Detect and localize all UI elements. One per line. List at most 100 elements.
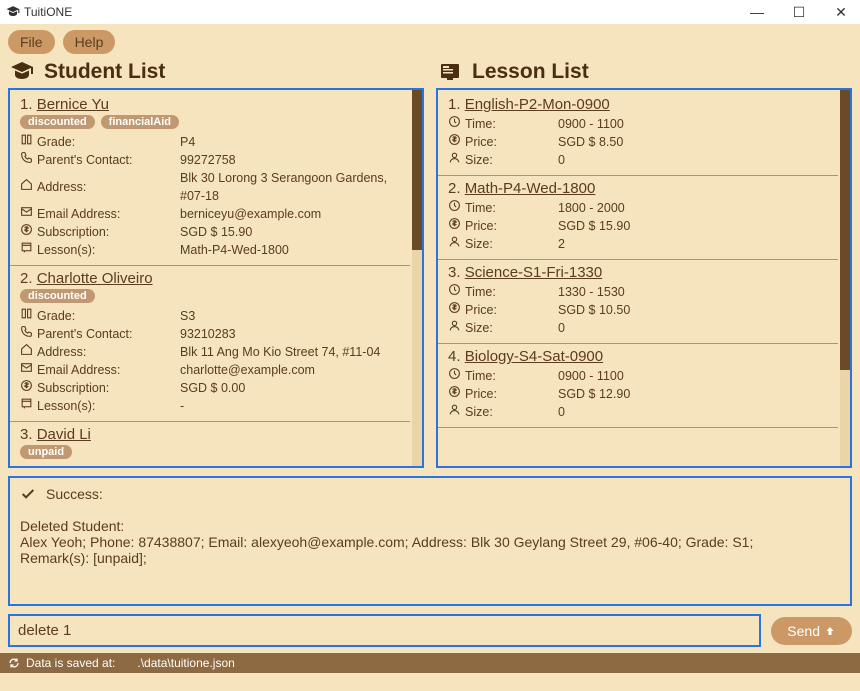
row-label: Lesson(s): bbox=[37, 397, 95, 415]
send-label: Send bbox=[787, 623, 820, 639]
student-list-title: Student List bbox=[44, 60, 165, 84]
result-line2: Alex Yeoh; Phone: 87438807; Email: alexy… bbox=[20, 534, 840, 550]
home-icon bbox=[20, 178, 33, 196]
result-box: Success: Deleted Student: Alex Yeoh; Pho… bbox=[8, 476, 852, 606]
lesson-card[interactable]: 2. Math-P4-Wed-1800Time:1800 - 2000Price… bbox=[438, 176, 838, 260]
dollar-icon bbox=[448, 385, 461, 403]
app-icon bbox=[6, 5, 20, 19]
row-label: Grade: bbox=[37, 307, 75, 325]
row-value: berniceyu@example.com bbox=[180, 205, 400, 223]
lesson-listbox: 1. English-P2-Mon-0900 Time: 0900 - 1100 Pr… bbox=[436, 88, 852, 468]
result-status: Success: bbox=[46, 486, 103, 502]
dollar-icon bbox=[448, 217, 461, 235]
student-index: 1. bbox=[20, 96, 33, 113]
row-label: Time: bbox=[465, 367, 496, 385]
row-value: SGD $ 15.90 bbox=[180, 223, 400, 241]
lesson-index: 2. bbox=[448, 180, 461, 197]
home-icon bbox=[20, 343, 33, 361]
row-value: Math-P4-Wed-1800 bbox=[180, 241, 400, 259]
lesson-scrollbar[interactable] bbox=[840, 90, 850, 466]
row-value: 0 bbox=[558, 151, 828, 169]
arrow-up-icon bbox=[824, 625, 836, 637]
menu-help[interactable]: Help bbox=[63, 30, 116, 54]
row-value: Blk 30 Lorong 3 Serangoon Gardens, #07-1… bbox=[180, 169, 400, 205]
row-label: Size: bbox=[465, 151, 493, 169]
tag: discounted bbox=[20, 289, 95, 303]
row-label: Subscription: bbox=[37, 379, 109, 397]
row-value: - bbox=[180, 397, 400, 415]
row-label: Price: bbox=[465, 133, 497, 151]
menu-file[interactable]: File bbox=[8, 30, 55, 54]
result-line1: Deleted Student: bbox=[20, 518, 840, 534]
send-button[interactable]: Send bbox=[771, 617, 852, 645]
clock-icon bbox=[448, 367, 461, 385]
row-label: Email Address: bbox=[37, 361, 120, 379]
status-bar: Data is saved at: .\data\tuitione.json bbox=[0, 653, 860, 673]
row-label: Size: bbox=[465, 403, 493, 421]
row-label: Price: bbox=[465, 217, 497, 235]
dollar-icon bbox=[20, 379, 33, 397]
status-label: Data is saved at: bbox=[26, 656, 115, 670]
student-card[interactable]: 2. Charlotte OliveirodiscountedGrade:S3P… bbox=[10, 266, 410, 422]
student-scrollbar[interactable] bbox=[412, 90, 422, 466]
tag: discounted bbox=[20, 115, 95, 129]
phone-icon bbox=[20, 325, 33, 343]
row-label: Subscription: bbox=[37, 223, 109, 241]
person-icon bbox=[448, 151, 461, 169]
row-value: SGD $ 8.50 bbox=[558, 133, 828, 151]
row-value: 1800 - 2000 bbox=[558, 199, 828, 217]
row-value: SGD $ 12.90 bbox=[558, 385, 828, 403]
clock-icon bbox=[448, 199, 461, 217]
dollar-icon bbox=[448, 301, 461, 319]
mail-icon bbox=[20, 361, 33, 379]
lesson-index: 4. bbox=[448, 348, 461, 365]
close-button[interactable]: ✕ bbox=[828, 4, 854, 21]
lesson-name: Math-P4-Wed-1800 bbox=[465, 180, 596, 197]
result-line3: Remark(s): [unpaid]; bbox=[20, 550, 840, 566]
lesson-name: Biology-S4-Sat-0900 bbox=[465, 348, 603, 365]
row-label: Address: bbox=[37, 178, 86, 196]
lesson-list-title: Lesson List bbox=[472, 60, 589, 84]
grade-icon bbox=[20, 307, 33, 325]
row-label: Lesson(s): bbox=[37, 241, 95, 259]
lesson-index: 1. bbox=[448, 96, 461, 113]
title-bar: TuitiONE — ☐ ✕ bbox=[0, 0, 860, 24]
row-value: 0900 - 1100 bbox=[558, 367, 828, 385]
lesson-panel: Lesson List 1. English-P2-Mon-0900 Time: 0… bbox=[436, 60, 852, 468]
lesson-card[interactable]: 1. English-P2-Mon-0900Time:0900 - 1100Pr… bbox=[438, 90, 838, 176]
row-label: Size: bbox=[465, 235, 493, 253]
clock-icon bbox=[448, 283, 461, 301]
grade-icon bbox=[20, 133, 33, 151]
lesson-icon bbox=[436, 60, 464, 84]
maximize-button[interactable]: ☐ bbox=[786, 4, 812, 21]
lesson-icon bbox=[20, 397, 33, 415]
minimize-button[interactable]: — bbox=[744, 4, 770, 21]
row-label: Address: bbox=[37, 343, 86, 361]
row-label: Price: bbox=[465, 385, 497, 403]
row-value: 93210283 bbox=[180, 325, 400, 343]
student-index: 2. bbox=[20, 270, 33, 287]
lesson-card[interactable]: 4. Biology-S4-Sat-0900 Time: 0900 - 1100 Pr… bbox=[438, 344, 838, 428]
row-label: Time: bbox=[465, 115, 496, 133]
mail-icon bbox=[20, 205, 33, 223]
row-value: SGD $ 0.00 bbox=[180, 379, 400, 397]
tag: financialAid bbox=[101, 115, 179, 129]
person-icon bbox=[448, 403, 461, 421]
lesson-name: Science-S1-Fri-1330 bbox=[465, 264, 603, 281]
lesson-name: English-P2-Mon-0900 bbox=[465, 96, 610, 113]
student-card[interactable]: 3. David Liunpaid bbox=[10, 422, 410, 466]
row-label: Grade: bbox=[37, 133, 75, 151]
student-index: 3. bbox=[20, 426, 33, 443]
row-value: 0 bbox=[558, 319, 828, 337]
row-label: Price: bbox=[465, 301, 497, 319]
lesson-card[interactable]: 3. Science-S1-Fri-1330Time:1330 - 1530Pr… bbox=[438, 260, 838, 344]
row-value: 0 bbox=[558, 403, 828, 421]
lesson-index: 3. bbox=[448, 264, 461, 281]
row-value: 2 bbox=[558, 235, 828, 253]
command-input[interactable] bbox=[8, 614, 761, 647]
row-value: 1330 - 1530 bbox=[558, 283, 828, 301]
row-label: Email Address: bbox=[37, 205, 120, 223]
row-label: Parent's Contact: bbox=[37, 325, 133, 343]
person-icon bbox=[448, 319, 461, 337]
student-card[interactable]: 1. Bernice YudiscountedfinancialAidGrade… bbox=[10, 90, 410, 266]
